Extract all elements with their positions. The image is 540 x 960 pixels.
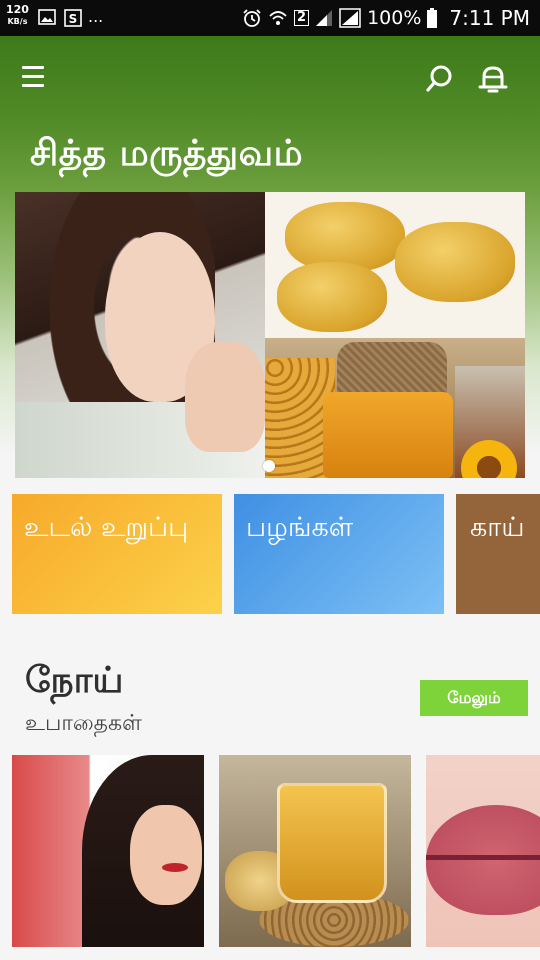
- status-right: 2 100% 7:11 PM: [242, 6, 530, 30]
- menu-icon: [22, 75, 44, 78]
- carousel-indicator-dot[interactable]: [263, 460, 275, 472]
- menu-button[interactable]: [22, 64, 48, 90]
- category-tile-vegetables[interactable]: காய்: [456, 494, 540, 614]
- article-card-hair[interactable]: [12, 755, 204, 947]
- category-tile-fruits[interactable]: பழங்கள்: [234, 494, 444, 614]
- article-card-ginger-tea[interactable]: [219, 755, 411, 947]
- app-title: சித்த மருத்துவம்: [30, 133, 304, 174]
- speed-unit: KB/s: [7, 17, 28, 26]
- alarm-icon: [243, 9, 261, 27]
- signal-icon: [339, 8, 361, 28]
- banner-carousel[interactable]: [15, 192, 525, 478]
- banner-ginger-shape: [277, 262, 387, 332]
- app-bar: [0, 36, 540, 120]
- card-face-shape: [130, 805, 202, 905]
- menu-icon: [22, 84, 44, 87]
- image-icon: [38, 9, 56, 25]
- section-title: நோய்: [25, 660, 124, 701]
- more-button[interactable]: மேலும்: [420, 680, 528, 716]
- search-icon[interactable]: [424, 62, 456, 94]
- card-lip-shape: [426, 805, 540, 915]
- svg-text:S: S: [69, 12, 78, 26]
- network-speed: 120 KB/s: [6, 4, 29, 27]
- category-label: பழங்கள்: [246, 512, 354, 543]
- card-glass-shape: [277, 783, 387, 903]
- banner-hand-shape: [185, 342, 265, 452]
- article-card-lips[interactable]: [426, 755, 540, 947]
- battery-percent: 100%: [367, 7, 422, 29]
- section-subtitle: உபாதைகள்: [25, 711, 142, 736]
- card-lips-shape: [162, 863, 188, 872]
- bell-icon[interactable]: [476, 62, 510, 96]
- banner-ginger-shape: [395, 222, 515, 302]
- category-label: உடல் உறுப்பு: [24, 512, 189, 543]
- category-label: காய்: [470, 512, 525, 543]
- battery-icon: [427, 8, 438, 28]
- clock: 7:11 PM: [449, 6, 530, 30]
- card-lip-line-shape: [426, 855, 540, 860]
- banner-jar-lid-shape: [337, 342, 447, 398]
- s-app-icon: S: [64, 9, 82, 27]
- menu-icon: [22, 66, 44, 69]
- signal-icon: [316, 10, 333, 26]
- speed-value: 120: [6, 3, 29, 16]
- more-notifications: ...: [88, 7, 104, 26]
- category-tile-body-parts[interactable]: உடல் உறுப்பு: [12, 494, 222, 614]
- status-bar: 120 KB/s S ... 2 100% 7:11 PM: [0, 0, 540, 36]
- sim-badge: 2: [294, 10, 310, 26]
- wifi-icon: [269, 11, 287, 25]
- banner-jar-shape: [323, 392, 453, 478]
